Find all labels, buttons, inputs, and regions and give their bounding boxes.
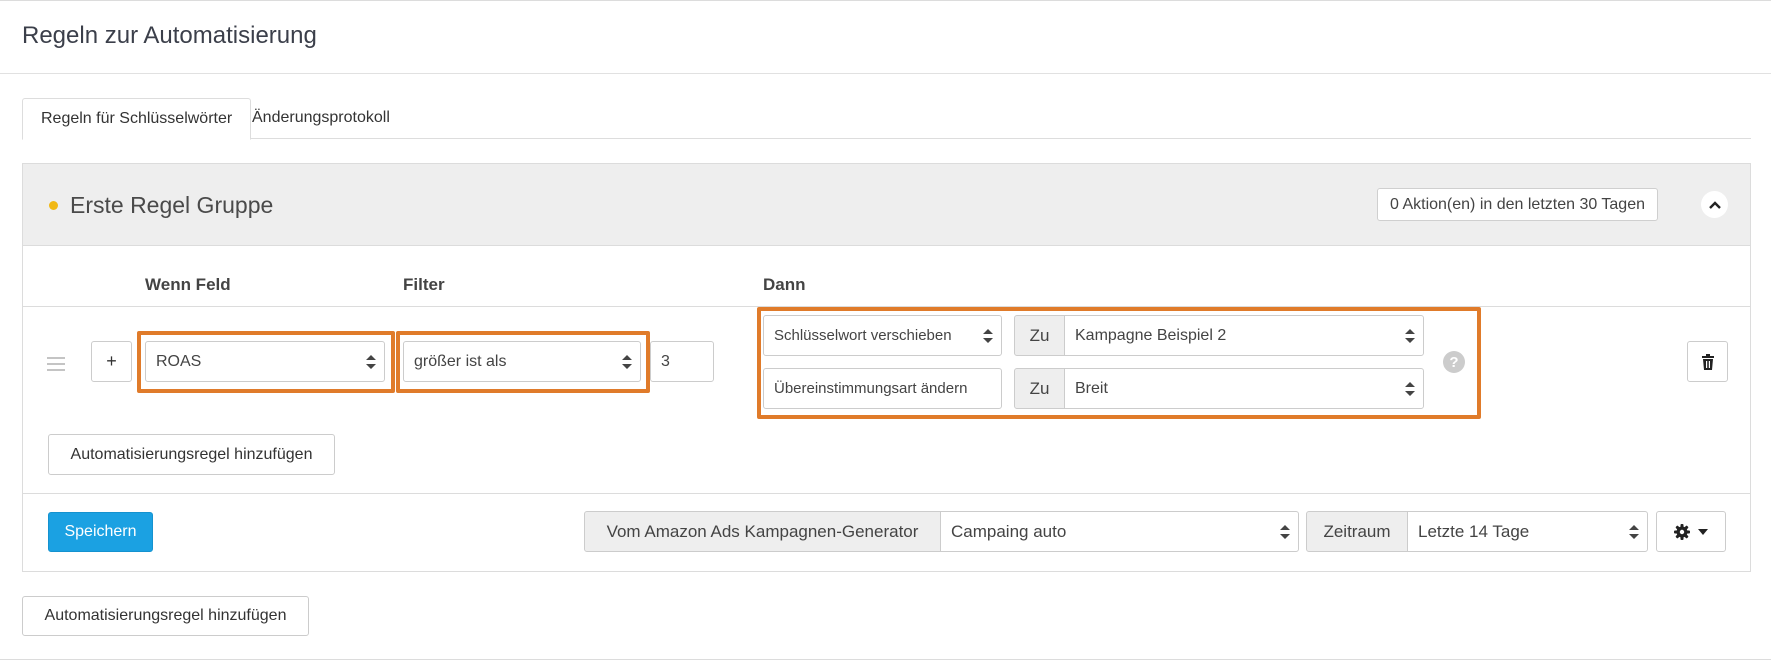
settings-dropdown-button[interactable] [1656, 511, 1726, 552]
footer-separator [23, 493, 1750, 494]
target-select-1-value: Kampagne Beispiel 2 [1075, 326, 1227, 344]
tab-keyword-rules[interactable]: Regeln für Schlüsselwörter [22, 98, 252, 140]
caret-down-icon [1698, 528, 1708, 535]
action-select-1-value: Schlüsselwort verschieben [774, 327, 952, 344]
to-label-1: Zu [1014, 315, 1065, 356]
generator-select-value: Campaing auto [951, 521, 1067, 541]
tab-change-log[interactable]: Änderungsprotokoll [234, 98, 408, 139]
delete-rule-button[interactable] [1687, 341, 1728, 382]
period-select[interactable]: Letzte 14 Tage [1407, 511, 1648, 552]
header-row-separator [23, 306, 1750, 307]
rule-group-title: Erste Regel Gruppe [70, 192, 274, 218]
trash-icon [1701, 353, 1714, 370]
rule-group-header: Erste Regel Gruppe 0 Aktion(en) in den l… [23, 164, 1750, 246]
sort-arrows-icon [1405, 381, 1415, 396]
generator-label: Vom Amazon Ads Kampagnen-Generator [584, 511, 941, 552]
field-select[interactable]: ROAS [145, 341, 385, 382]
top-border [0, 0, 1771, 1]
status-dot [49, 201, 58, 210]
field-select-value: ROAS [156, 352, 202, 370]
chevron-up-icon [1708, 200, 1721, 209]
collapse-button[interactable] [1701, 191, 1728, 218]
target-select-1[interactable]: Kampagne Beispiel 2 [1064, 315, 1424, 356]
filter-select-value: größer ist als [414, 352, 507, 370]
gear-icon [1674, 523, 1690, 540]
target-select-2[interactable]: Breit [1064, 368, 1424, 409]
value-input[interactable]: 3 [650, 341, 714, 382]
title-separator [0, 73, 1771, 74]
sort-arrows-icon [1280, 524, 1290, 539]
sort-arrows-icon [622, 354, 632, 369]
actions-count-badge: 0 Aktion(en) in den letzten 30 Tagen [1377, 188, 1658, 221]
to-label-2: Zu [1014, 368, 1065, 409]
action-select-2-value: Übereinstimmungsart ändern [774, 380, 968, 397]
add-condition-button[interactable]: + [91, 341, 132, 382]
column-header-filter: Filter [403, 275, 445, 294]
period-label: Zeitraum [1306, 511, 1408, 552]
add-rule-outer-button[interactable]: Automatisierungsregel hinzufügen [22, 596, 309, 636]
bottom-border [0, 659, 1771, 660]
filter-select[interactable]: größer ist als [403, 341, 641, 382]
add-rule-inner-button[interactable]: Automatisierungsregel hinzufügen [48, 434, 335, 475]
sort-arrows-icon [983, 328, 993, 343]
rule-group-panel: Erste Regel Gruppe 0 Aktion(en) in den l… [22, 163, 1751, 572]
page-title: Regeln zur Automatisierung [22, 22, 317, 49]
column-header-if-field: Wenn Feld [145, 275, 231, 294]
help-icon[interactable]: ? [1443, 351, 1465, 373]
period-select-value: Letzte 14 Tage [1418, 521, 1530, 541]
drag-handle-icon[interactable] [47, 357, 65, 373]
column-header-then: Dann [763, 275, 806, 294]
generator-select[interactable]: Campaing auto [940, 511, 1299, 552]
sort-arrows-icon [1629, 524, 1639, 539]
save-button[interactable]: Speichern [48, 512, 153, 552]
tab-bar: Regeln für Schlüsselwörter Änderungsprot… [22, 98, 1751, 140]
action-select-1[interactable]: Schlüsselwort verschieben [763, 315, 1002, 356]
sort-arrows-icon [1405, 328, 1415, 343]
action-select-2[interactable]: Übereinstimmungsart ändern [763, 368, 1002, 409]
target-select-2-value: Breit [1075, 379, 1108, 397]
sort-arrows-icon [366, 354, 376, 369]
